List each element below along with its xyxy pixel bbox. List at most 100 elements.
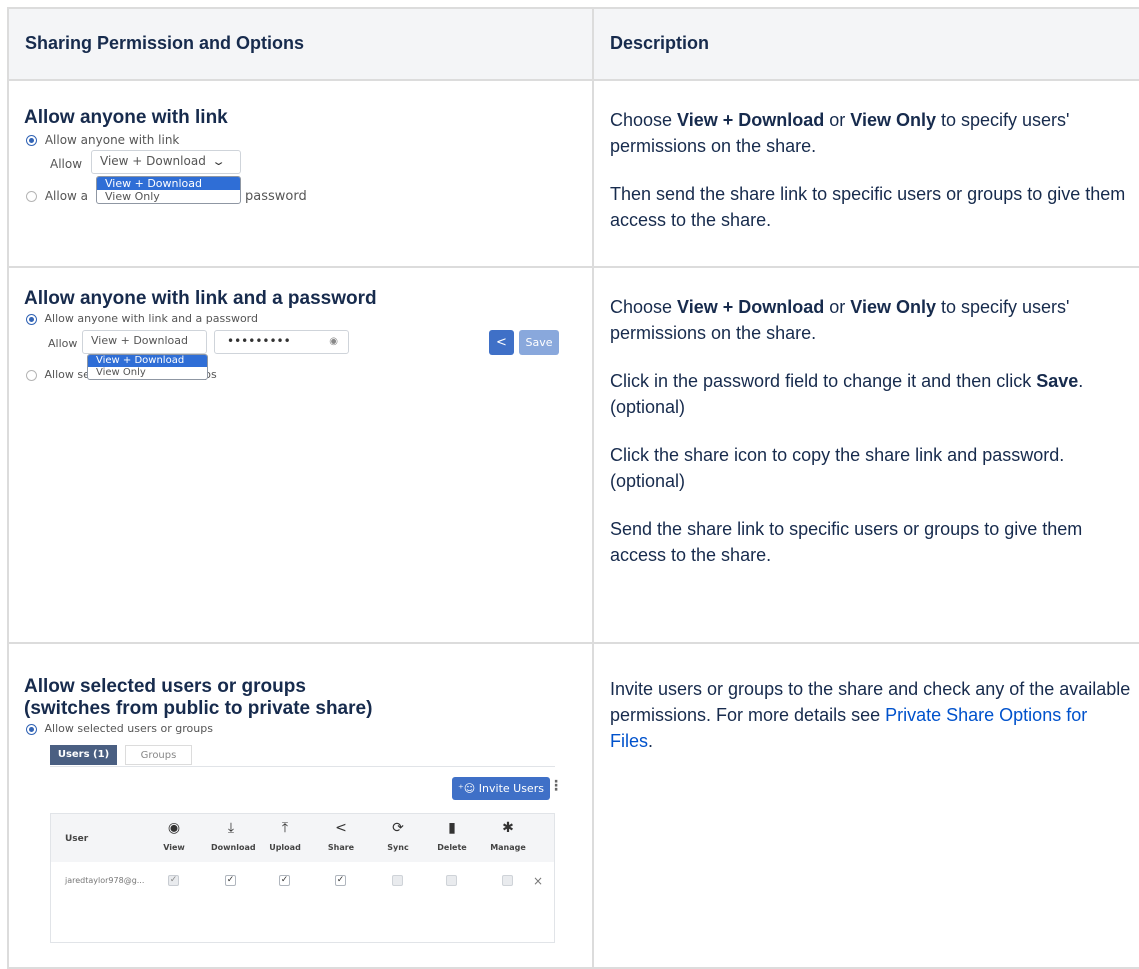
sharing-options-table: Sharing Permission and Options Descripti… [7,7,1139,969]
share-icon: < [335,820,347,836]
view-checkbox: ✓ [168,875,179,886]
row2-option-cell: Allow anyone with link and a password Al… [7,266,594,644]
col-share: Share [327,843,355,852]
user-email: jaredtaylor978@g... [65,876,145,885]
row2-title: Allow anyone with link and a password [24,288,377,309]
invite-users-button[interactable]: ⁺☺ Invite Users [452,777,550,800]
radio-anyone-with-link-label: Allow anyone with link [44,133,180,147]
radio-anyone-with-link-password[interactable] [26,313,37,325]
header-options: Sharing Permission and Options [7,7,594,81]
col-sync: Sync [387,843,409,852]
row2-description-cell: Choose View + Download or View Only to s… [592,266,1139,644]
download-checkbox[interactable]: ✓ [225,875,236,886]
allow-label-2: Allow [48,337,78,350]
row2-screenshot: Allow anyone with link and a password Al… [9,310,592,400]
radio-anyone-with-password-label-start: Allow a [44,189,89,203]
radio-selected-users-2[interactable] [26,369,37,381]
sync-icon: ⟳ [392,820,404,836]
row2-desc-p1: Choose View + Download or View Only to s… [610,294,1133,346]
row2-desc-p1-pre: Choose [610,297,678,317]
row2-desc-p2-pre: Click in the password field to change it… [610,371,1037,391]
row1-description: Choose View + Download or View Only to s… [594,81,1139,233]
download-icon: ⤓ [227,820,235,836]
option-view-download-2[interactable]: View + Download [88,355,207,367]
row1-description-cell: Choose View + Download or View Only to s… [592,79,1139,268]
trash-icon: ▮ [448,820,456,836]
radio-selected-users[interactable] [26,723,37,735]
sync-checkbox[interactable] [392,875,403,886]
invite-users-label: Invite Users [478,782,544,795]
row1-desc-p1-bold2: View Only [850,110,936,130]
remove-user-icon[interactable]: × [533,874,543,888]
permission-select-2[interactable]: View + Download⌄ [82,330,207,360]
row2-desc-p1-mid: or [824,297,851,317]
row2-desc-p1-bold1: View + Download [677,297,825,317]
row2-desc-p2-bold: Save [1036,371,1079,391]
header-options-label: Sharing Permission and Options [25,33,305,53]
permission-dropdown: View + Download View Only [96,176,241,204]
allow-label: Allow [50,157,83,171]
eye-icon[interactable]: ◉ [329,336,338,347]
manage-checkbox[interactable] [502,875,513,886]
row1-option-cell: Allow anyone with link Allow anyone with… [7,79,594,268]
password-field[interactable]: ••••••••• ◉ [214,330,349,354]
row2-desc-p3: Click the share icon to copy the share l… [610,445,1065,491]
tabs-divider [50,766,555,767]
col-download: Download [211,843,256,852]
row1-desc-p1-bold1: View + Download [677,110,825,130]
col-upload: Upload [269,843,301,852]
save-button[interactable]: Save [519,330,559,355]
row1-desc-p1: Choose View + Download or View Only to s… [610,107,1133,159]
permission-dropdown-2: View + Download View Only [87,354,208,380]
header-description-label: Description [610,33,710,53]
row3-title-line2: (switches from public to private share) [24,698,373,719]
radio-anyone-with-link-password-label: Allow anyone with link and a password [44,312,259,325]
option-view-only[interactable]: View Only [97,190,240,203]
option-view-download[interactable]: View + Download [97,177,240,190]
users-permissions-panel: User ◉ View ⤓ Download ⤒ Upload < Share … [50,813,555,943]
share-link-button[interactable]: < [489,330,514,355]
chevron-down-icon: ⌄ [211,155,226,168]
row3-description: Invite users or groups to the share and … [594,644,1139,754]
permission-select-value: View + Download [100,154,206,168]
col-manage: Manage [490,843,526,852]
col-view: View [163,843,185,852]
row3-screenshot: Allow selected users or groups Users (1)… [9,720,592,950]
row1-desc-p1-mid: or [824,110,851,130]
row1-desc-p2: Then send the share link to specific use… [610,184,1126,230]
tab-users[interactable]: Users (1) [50,745,117,765]
radio-anyone-with-password-label-end: password [245,189,307,204]
tab-groups[interactable]: Groups [125,745,192,765]
password-value: ••••••••• [227,334,291,348]
option-view-only-2[interactable]: View Only [88,367,207,379]
row1-desc-p1-pre: Choose [610,110,678,130]
row1-screenshot: Allow anyone with link Allow View + Down… [9,129,592,239]
row3-desc-end: . [648,731,654,751]
row2-desc-p4: Send the share link to specific users or… [610,519,1083,565]
radio-selected-users-2-label-start: Allow se [44,368,90,381]
eye-icon: ◉ [167,820,181,836]
upload-icon: ⤒ [281,820,289,836]
share-checkbox[interactable]: ✓ [335,875,346,886]
upload-checkbox[interactable]: ✓ [279,875,290,886]
delete-checkbox[interactable] [446,875,457,886]
gear-icon: ✱ [502,820,514,836]
col-user: User [65,834,89,844]
row2-desc-p1-bold2: View Only [850,297,936,317]
row3-description-cell: Invite users or groups to the share and … [592,642,1139,969]
row2-desc-p2: Click in the password field to change it… [610,368,1133,420]
row2-description: Choose View + Download or View Only to s… [594,268,1139,568]
share-icon: < [496,335,507,350]
radio-anyone-with-password[interactable] [26,191,37,202]
more-options-icon[interactable]: ⋮ [549,778,563,794]
row3-option-cell: Allow selected users or groups (switches… [7,642,594,969]
add-user-icon: ⁺☺ [458,782,476,795]
permission-select[interactable]: View + Download ⌄ [91,150,241,174]
row1-title: Allow anyone with link [24,107,228,128]
row3-title-line1: Allow selected users or groups [24,676,306,697]
radio-anyone-with-link[interactable] [26,135,37,146]
col-delete: Delete [437,843,467,852]
header-description: Description [592,7,1139,81]
permission-select-2-value: View + Download [91,334,188,347]
row3-desc-p1: Invite users or groups to the share and … [610,676,1133,754]
